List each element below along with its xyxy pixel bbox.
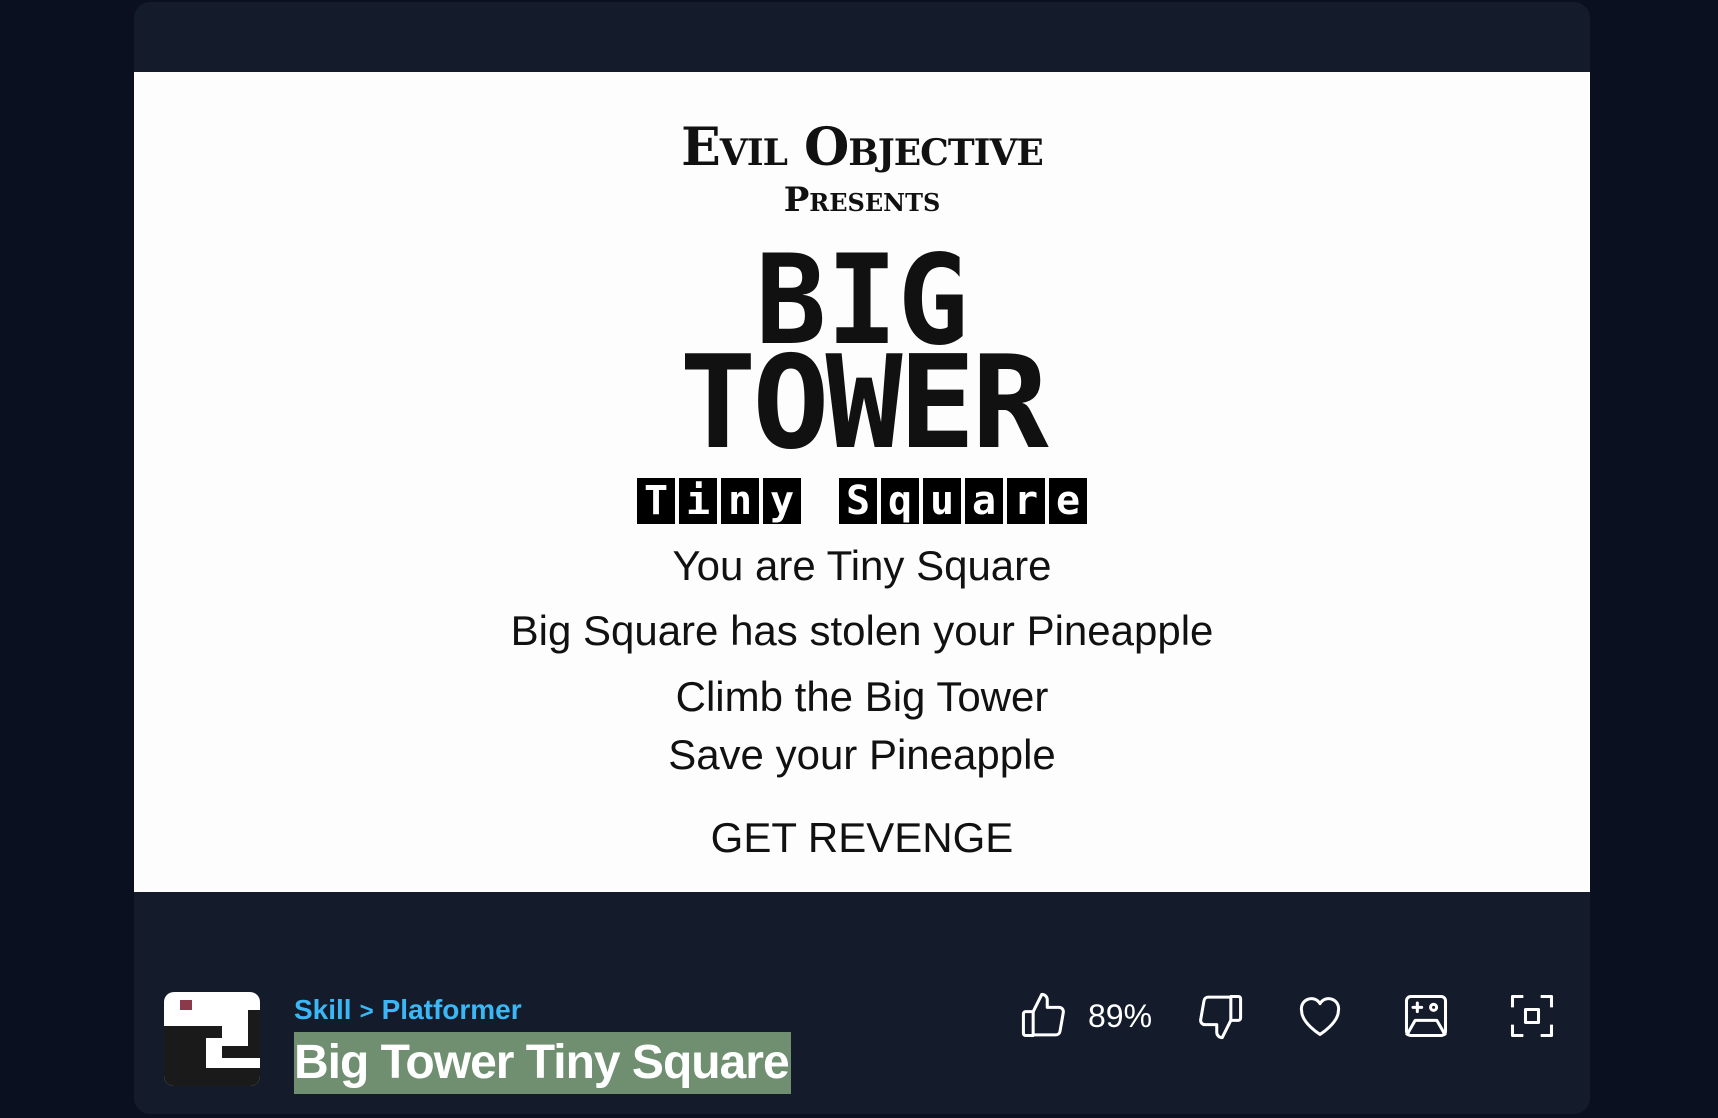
logo-letter: a [965, 478, 1003, 524]
game-frame: Evil Objective Presents BIG TOWER T i n … [134, 2, 1590, 1114]
logo-letter: y [763, 478, 801, 524]
logo-tower: TOWER [679, 329, 1048, 478]
logo-square-word: S q u a r e [839, 478, 1087, 524]
story-line: Big Square has stolen your Pineapple [510, 607, 1214, 654]
fullscreen-icon [1510, 994, 1554, 1038]
logo-letter: q [881, 478, 919, 524]
story-line: Climb the Big Tower [675, 673, 1049, 720]
presents-text: Presents [783, 180, 941, 220]
game-info-bar: Skill > Platformer Big Tower Tiny Square 8… [134, 892, 1590, 1114]
heart-icon [1299, 997, 1341, 1036]
rating-percent: 89% [1088, 997, 1153, 1034]
logo-letter: u [923, 478, 961, 524]
logo-letter: n [721, 478, 759, 524]
logo-letter: S [839, 478, 877, 524]
like-button[interactable]: 89% [1018, 986, 1152, 1046]
logo-letter: r [1007, 478, 1045, 524]
favorite-button[interactable] [1294, 986, 1346, 1046]
controls-button[interactable] [1400, 986, 1452, 1046]
thumbs-up-icon [1021, 992, 1065, 1038]
story-line-revenge: GET REVENGE [710, 814, 1014, 861]
action-toolbar: 89% [134, 986, 1590, 1046]
logo-letter: e [1049, 478, 1087, 524]
fullscreen-button[interactable] [1506, 986, 1558, 1046]
game-canvas[interactable]: Evil Objective Presents BIG TOWER T i n … [134, 72, 1590, 892]
logo-tiny-word: T i n y [637, 478, 801, 524]
story-line: You are Tiny Square [672, 542, 1052, 589]
logo-tiny-square: T i n y S q u a r e [134, 478, 1590, 524]
logo-letter: i [679, 478, 717, 524]
thumbs-down-icon [1199, 994, 1243, 1040]
gamepad-icon [1404, 994, 1448, 1038]
studio-name: Evil Objective [681, 117, 1044, 178]
story-line: Save your Pineapple [668, 731, 1056, 778]
logo-letter: T [637, 478, 675, 524]
dislike-button[interactable] [1194, 986, 1246, 1046]
